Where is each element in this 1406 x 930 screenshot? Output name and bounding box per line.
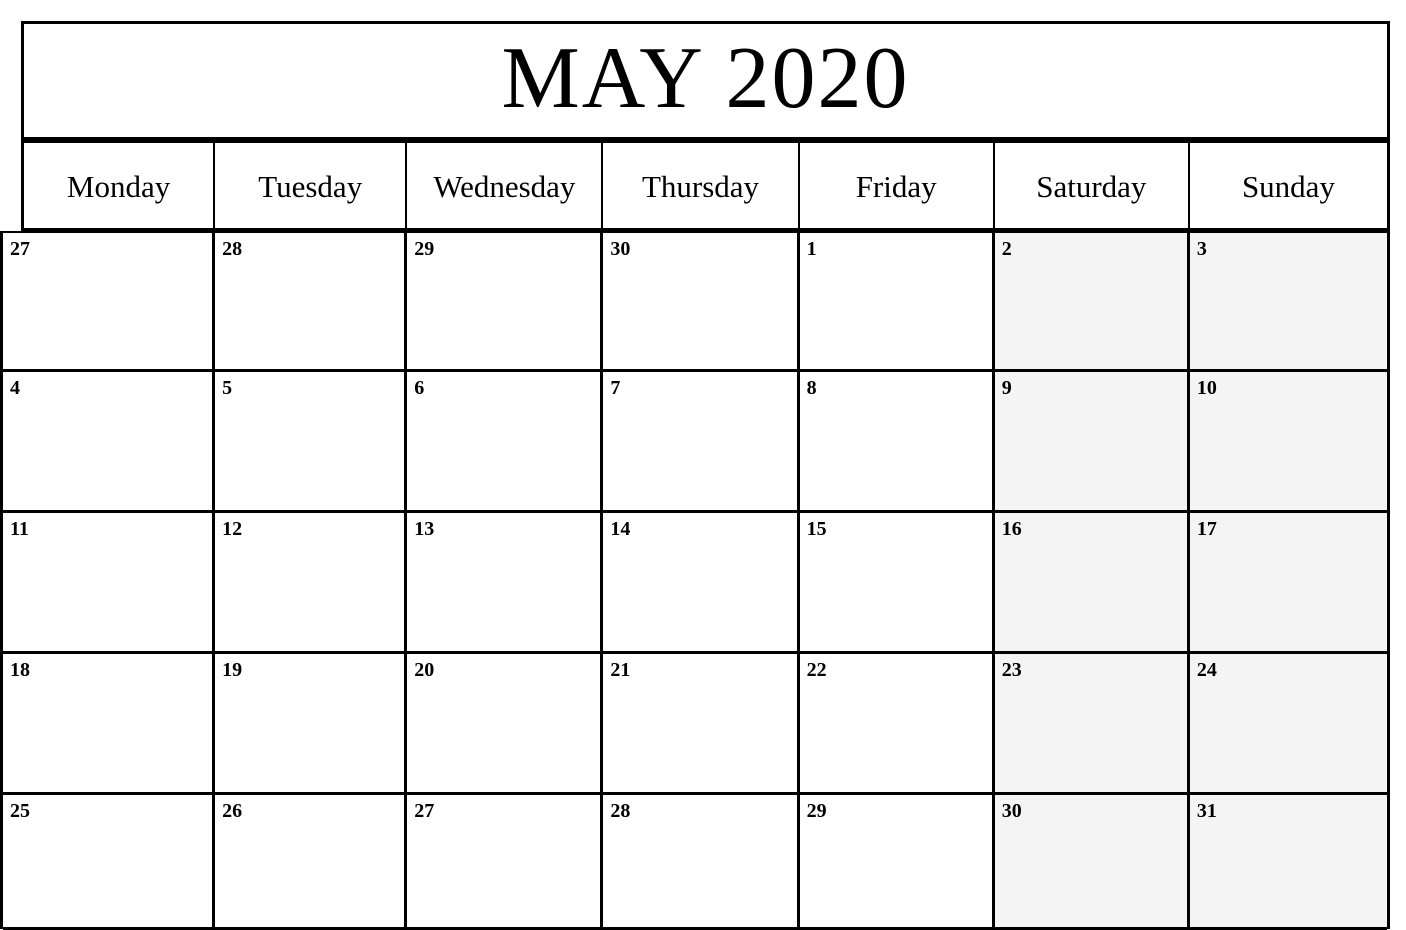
calendar-day-cell[interactable]: 28	[215, 233, 408, 369]
calendar-day-cell[interactable]: 19	[215, 654, 408, 792]
day-number: 9	[1001, 377, 1012, 399]
day-number: 7	[610, 377, 621, 399]
day-number: 2	[1001, 238, 1012, 260]
weekday-header-row: Monday Tuesday Wednesday Thursday Friday Satu…	[21, 140, 1390, 231]
calendar-day-cell[interactable]: 16	[994, 513, 1190, 651]
calendar-day-cell[interactable]: 10	[1189, 372, 1388, 510]
weekday-header-thursday: Thursday	[603, 143, 800, 228]
day-number: 3	[1196, 238, 1207, 260]
calendar-day-cell[interactable]: 23	[994, 654, 1190, 792]
day-number: 22	[806, 659, 827, 681]
calendar-day-cell[interactable]: 21	[603, 654, 800, 792]
calendar-day-cell[interactable]: 9	[994, 372, 1190, 510]
calendar-week-row: 11 12 13 14 15 16 17	[3, 513, 1388, 654]
day-number: 1	[806, 238, 817, 260]
calendar-day-cell[interactable]: 27	[3, 233, 216, 369]
weekday-header-label: Thursday	[641, 169, 760, 204]
day-number: 30	[1001, 800, 1022, 822]
calendar-title: MAY 2020	[501, 29, 910, 127]
day-number: 17	[1196, 518, 1217, 540]
weekday-header-sunday: Sunday	[1189, 143, 1387, 228]
weekday-header-friday: Friday	[799, 143, 995, 228]
calendar-day-cell[interactable]: 28	[603, 795, 800, 927]
calendar-day-cell[interactable]: 18	[3, 654, 216, 792]
day-number: 11	[10, 518, 29, 540]
calendar-day-cell[interactable]: 15	[799, 513, 995, 651]
day-number: 21	[610, 659, 631, 681]
calendar-day-cell[interactable]: 17	[1189, 513, 1388, 651]
day-number: 5	[222, 377, 233, 399]
calendar-week-row: 27 28 29 30 1 2 3	[3, 231, 1388, 372]
day-number: 4	[10, 377, 20, 399]
weekday-header-label: Monday	[66, 169, 171, 204]
day-number: 23	[1001, 659, 1022, 681]
weekday-header-label: Friday	[855, 169, 937, 204]
calendar-week-row: 4 5 6 7 8 9 10	[3, 372, 1388, 513]
calendar-day-cell[interactable]: 20	[407, 654, 604, 792]
day-number: 29	[806, 800, 827, 822]
day-number: 31	[1196, 800, 1217, 822]
day-number: 29	[414, 238, 435, 260]
calendar-week-row: 25 26 27 28 29 30 31	[3, 795, 1388, 930]
calendar-day-cell[interactable]: 6	[407, 372, 604, 510]
calendar-day-cell[interactable]: 29	[799, 795, 995, 927]
weekday-header-saturday: Saturday	[994, 143, 1190, 228]
calendar-day-cell[interactable]: 12	[215, 513, 408, 651]
calendar-day-cell[interactable]: 8	[799, 372, 995, 510]
calendar-date-grid: 27 28 29 30 1 2 3 4 5 6 7 8 9 10 11 12 13 14 15 16 17 18 19 20 2…	[0, 231, 1390, 930]
calendar-day-cell[interactable]: 11	[3, 513, 216, 651]
day-number: 24	[1196, 659, 1217, 681]
calendar-week-row: 18 19 20 21 22 23 24	[3, 654, 1388, 795]
day-number: 20	[414, 659, 435, 681]
calendar-day-cell[interactable]: 27	[407, 795, 604, 927]
weekday-header-tuesday: Tuesday	[215, 143, 408, 228]
calendar-day-cell[interactable]: 29	[407, 233, 604, 369]
calendar-day-cell[interactable]: 13	[407, 513, 604, 651]
calendar-day-cell[interactable]: 31	[1189, 795, 1388, 927]
calendar-day-cell[interactable]: 25	[3, 795, 216, 927]
weekday-header-label: Saturday	[1036, 169, 1147, 204]
calendar-title-bar: MAY 2020	[21, 21, 1390, 140]
calendar-day-cell[interactable]: 22	[799, 654, 995, 792]
weekday-header-label: Sunday	[1241, 169, 1335, 204]
weekday-header-label: Tuesday	[258, 169, 363, 204]
calendar-day-cell[interactable]: 4	[3, 372, 216, 510]
day-number: 8	[806, 377, 817, 399]
weekday-header-monday: Monday	[24, 143, 216, 228]
day-number: 28	[610, 800, 631, 822]
calendar-page: MAY 2020 Monday Tuesday Wednesday Thursday F…	[0, 0, 1406, 930]
day-number: 10	[1196, 377, 1217, 399]
day-number: 16	[1001, 518, 1022, 540]
day-number: 12	[222, 518, 243, 540]
calendar-day-cell[interactable]: 1	[799, 233, 995, 369]
calendar-day-cell[interactable]: 14	[603, 513, 800, 651]
calendar-day-cell[interactable]: 2	[994, 233, 1190, 369]
weekday-header-label: Wednesday	[433, 169, 576, 204]
day-number: 14	[610, 518, 631, 540]
day-number: 26	[222, 800, 243, 822]
day-number: 18	[10, 659, 30, 681]
calendar-day-cell[interactable]: 26	[215, 795, 408, 927]
day-number: 15	[806, 518, 827, 540]
calendar-day-cell[interactable]: 5	[215, 372, 408, 510]
calendar-day-cell[interactable]: 24	[1189, 654, 1388, 792]
calendar-day-cell[interactable]: 30	[603, 233, 800, 369]
weekday-header-wednesday: Wednesday	[407, 143, 604, 228]
day-number: 25	[10, 800, 30, 822]
day-number: 19	[222, 659, 243, 681]
day-number: 28	[222, 238, 243, 260]
day-number: 27	[10, 238, 30, 260]
calendar-day-cell[interactable]: 7	[603, 372, 800, 510]
calendar-day-cell[interactable]: 30	[994, 795, 1190, 927]
day-number: 27	[414, 800, 435, 822]
day-number: 13	[414, 518, 435, 540]
day-number: 6	[414, 377, 425, 399]
calendar-day-cell[interactable]: 3	[1189, 233, 1388, 369]
day-number: 30	[610, 238, 631, 260]
